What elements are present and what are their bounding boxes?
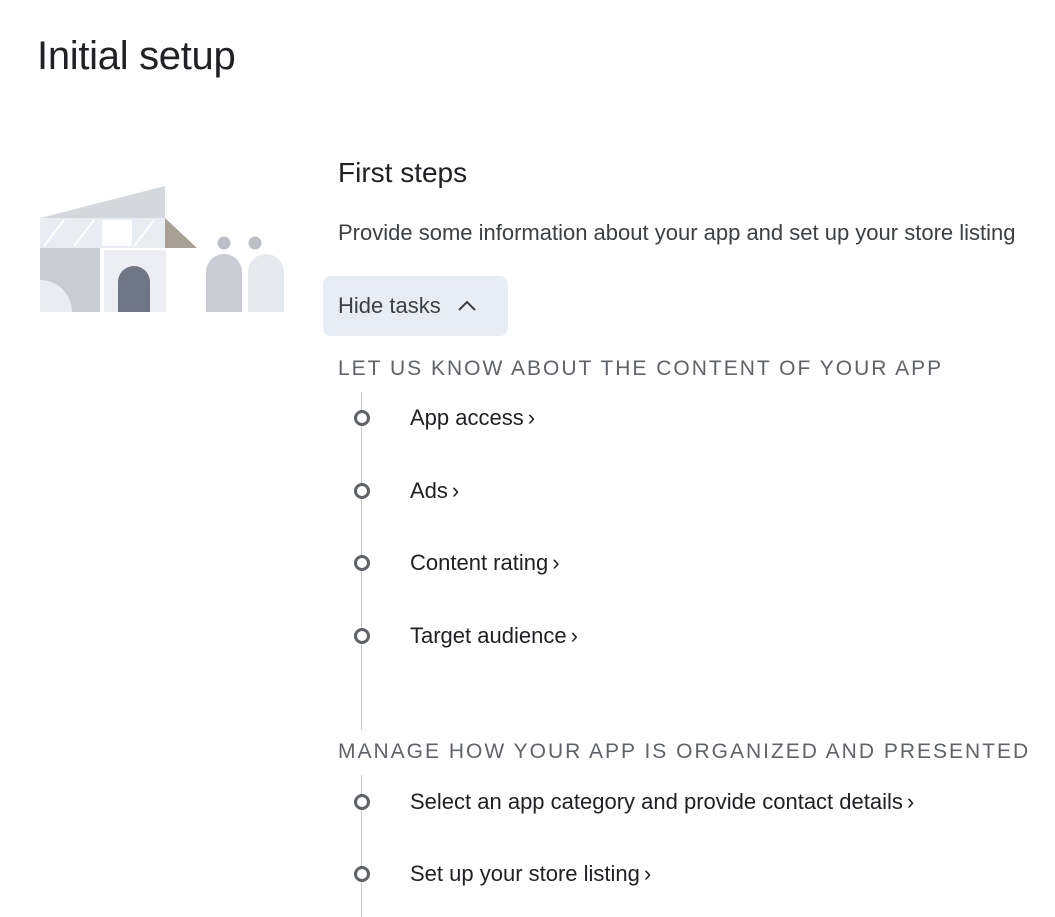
task-label: App access (410, 405, 524, 430)
chevron-up-icon (457, 300, 477, 312)
task-label: Content rating (410, 550, 549, 575)
task-status-icon (354, 483, 370, 499)
page-title: Initial setup (37, 34, 236, 78)
chevron-right-icon: › (552, 550, 560, 575)
first-steps-title: First steps (338, 157, 468, 188)
chevron-right-icon: › (570, 623, 578, 648)
task-target-audience[interactable]: Target audience › (352, 621, 578, 651)
task-app-category[interactable]: Select an app category and provide conta… (352, 787, 914, 817)
task-label: Ads (410, 478, 448, 503)
hide-tasks-label: Hide tasks (338, 293, 441, 318)
chevron-right-icon: › (906, 789, 915, 814)
setup-illustration (40, 186, 284, 312)
first-steps-description: Provide some information about your app … (338, 220, 1016, 245)
task-ads[interactable]: Ads › (352, 476, 459, 506)
task-app-access[interactable]: App access › (352, 403, 535, 433)
task-label: Set up your store listing (410, 861, 640, 886)
task-label: Select an app category and provide conta… (410, 789, 903, 814)
chevron-right-icon: › (451, 478, 460, 503)
task-status-icon (354, 410, 370, 426)
task-status-icon (354, 866, 370, 882)
task-status-icon (354, 794, 370, 810)
task-status-icon (354, 628, 370, 644)
task-content-rating[interactable]: Content rating › (352, 548, 560, 578)
section-heading-organized: MANAGE HOW YOUR APP IS ORGANIZED AND PRE… (338, 740, 1031, 763)
chevron-right-icon: › (527, 405, 536, 430)
task-store-listing[interactable]: Set up your store listing › (352, 859, 651, 889)
hide-tasks-button[interactable]: Hide tasks (323, 276, 508, 336)
section-heading-content: LET US KNOW ABOUT THE CONTENT OF YOUR AP… (338, 357, 944, 380)
task-status-icon (354, 555, 370, 571)
chevron-right-icon: › (643, 861, 652, 886)
task-label: Target audience (410, 623, 567, 648)
